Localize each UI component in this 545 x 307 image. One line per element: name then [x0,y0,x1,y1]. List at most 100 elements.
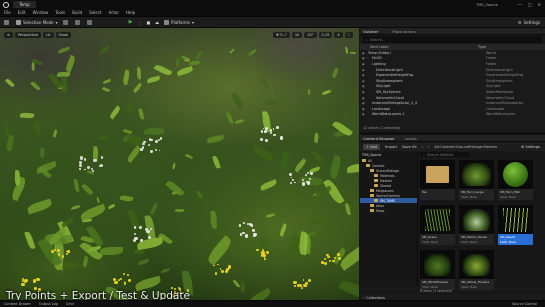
white-flower [79,168,82,170]
menu-file[interactable]: File [4,10,11,15]
outliner-row[interactable]: ◉ InstancedFoliageActor_2_0 InstancedFolia… [360,100,545,106]
yellow-flower [293,280,297,285]
save-all-button[interactable]: Save All [402,145,416,149]
visibility-eye-icon[interactable]: ◉ [360,112,368,116]
breadcrumb-item[interactable]: Meshes [484,145,498,149]
stop-icon[interactable]: ■ [146,20,150,25]
menu-actor[interactable]: Actor [108,10,119,15]
selection-mode-label: Selection Mode [23,19,54,25]
visibility-eye-icon[interactable]: ◉ [360,90,368,94]
outliner-row[interactable]: ◉ WorldDataLayers-1 WorldDataLayers [360,112,545,118]
tab-place-actors[interactable]: Place Actors [392,29,415,34]
platforms-dropdown[interactable]: Platforms ▾ [164,19,194,25]
save-icon[interactable] [4,19,11,25]
perspective-button[interactable]: Perspective [14,31,42,38]
play-options-icon[interactable]: ⋮ [137,20,141,25]
breadcrumb[interactable]: All › Content › GroundFoliage › Meshes [434,145,497,149]
tab-levels[interactable]: Levels [405,136,417,141]
project-tab[interactable]: Temp [13,1,36,8]
viewport-menu-button[interactable]: ≡ [4,31,13,38]
play-icon[interactable]: ▶ [129,19,133,25]
tab-outliner[interactable]: Outliner [363,29,378,34]
white-flower [239,233,243,236]
visibility-eye-icon[interactable]: ◉ [360,51,368,55]
rotation-snap[interactable]: 10° [304,31,317,38]
visibility-eye-icon[interactable]: ◉ [360,73,368,77]
fern-frond [310,148,325,165]
asset-tile[interactable]: SM_Plants_Dense Static Mesh [459,205,494,245]
folder-icon [374,174,378,177]
camera-speed[interactable]: 4 [334,31,343,38]
asset-tile[interactable]: SM_Fern_Large Static Mesh [459,160,494,200]
menu-help[interactable]: Help [126,10,135,15]
visibility-eye-icon[interactable]: ◉ [360,96,368,100]
cb-settings-button[interactable]: ⚙ Settings [521,145,540,149]
fern-frond [108,203,117,209]
maximize-button[interactable]: □ [528,2,532,7]
menu-tools[interactable]: Tools [55,10,65,15]
breadcrumb-item[interactable]: Content [440,145,454,149]
tab-content-browser[interactable]: Content Browser [363,136,395,141]
fern-frond [240,281,245,293]
output-log-button[interactable]: Output Log [39,302,58,306]
fern-frond [79,203,108,222]
visibility-eye-icon[interactable]: ◉ [360,107,368,111]
show-button[interactable]: Show [55,31,71,38]
visibility-eye-icon[interactable]: ◉ [360,84,368,88]
content-drawer-button[interactable]: Content Drawer [4,302,31,306]
menu-build[interactable]: Build [72,10,82,15]
grid-snap[interactable]: 10 [291,31,303,38]
add-button[interactable]: + Add [363,143,381,150]
outliner-search-input[interactable]: ⌕ Search... [363,36,542,43]
tree-folder-label: Atlas [376,203,384,208]
import-button[interactable]: Import [385,145,397,149]
visibility-eye-icon[interactable]: ◉ [360,79,368,83]
menu-select[interactable]: Select [89,10,101,15]
maximize-viewport-icon[interactable]: ⛶ [344,31,353,38]
asset-name: SM_Fern_Mini [500,190,521,194]
asset-tile[interactable]: SM_Reeds Static Mesh [498,205,533,245]
asset-tile[interactable]: SM_WhiteFlowers Static Mesh [420,250,455,290]
fern-frond [278,223,288,238]
content-icon[interactable] [62,19,70,25]
menu-window[interactable]: Window [32,10,48,15]
asset-tile[interactable]: Tex [420,160,455,200]
asset-tile[interactable]: SM_Grass Static Mesh [420,205,455,245]
nav-back-icon[interactable]: ‹ [421,145,422,149]
fern-frond [313,132,319,143]
menu-edit[interactable]: Edit [18,10,26,15]
source-control-button[interactable]: Source Control [512,302,537,306]
asset-tile[interactable]: SM_Yellow_Flowers Static Mesh [459,250,494,290]
nav-forward-icon[interactable]: › [428,145,429,149]
col-item-label[interactable]: Item Label [370,45,478,49]
yellow-flower [216,263,219,266]
fern-frond [146,75,161,84]
lit-button[interactable]: Lit [43,31,54,38]
col-type[interactable]: Type [478,45,486,49]
fern-frond [96,196,100,203]
tree-folder[interactable]: Maps [360,208,417,213]
minimize-button[interactable]: — [518,2,522,7]
settings-dropdown[interactable]: ⚙ Settings [518,20,540,25]
close-button[interactable]: ✕ [538,2,541,7]
level-viewport[interactable]: ≡ Perspective Lit Show ✥ ↻ ⤢ 10 10° 0.25… [0,28,359,307]
blueprint-icon[interactable] [74,19,82,25]
visibility-eye-icon[interactable]: ◉ [360,101,368,105]
eject-icon[interactable]: ⏏ [155,20,159,25]
cinematics-icon[interactable] [86,19,94,25]
yellow-flowers-thumbnail [463,254,490,276]
asset-tile[interactable]: SM_Fern_Mini Static Mesh [498,160,533,200]
cmd-input[interactable]: Cmd [66,302,74,306]
scale-snap[interactable]: 0.25 [318,31,333,38]
visibility-eye-icon[interactable]: ◉ [360,56,368,60]
white-flower [294,181,297,184]
white-flower [269,131,273,135]
breadcrumb-item[interactable]: GroundFoliage [456,145,482,149]
selection-mode-dropdown[interactable]: Selection Mode ▾ [16,19,58,25]
outliner-row[interactable]: ◉ ExponentialHeightFog ExponentialHeightFo… [360,72,545,78]
visibility-eye-icon[interactable]: ◉ [360,68,368,72]
fern-frond [349,50,356,55]
visibility-eye-icon[interactable]: ◉ [360,62,368,66]
grass-thumbnail [425,209,450,231]
transform-icons[interactable]: ✥ ↻ ⤢ [272,31,290,38]
